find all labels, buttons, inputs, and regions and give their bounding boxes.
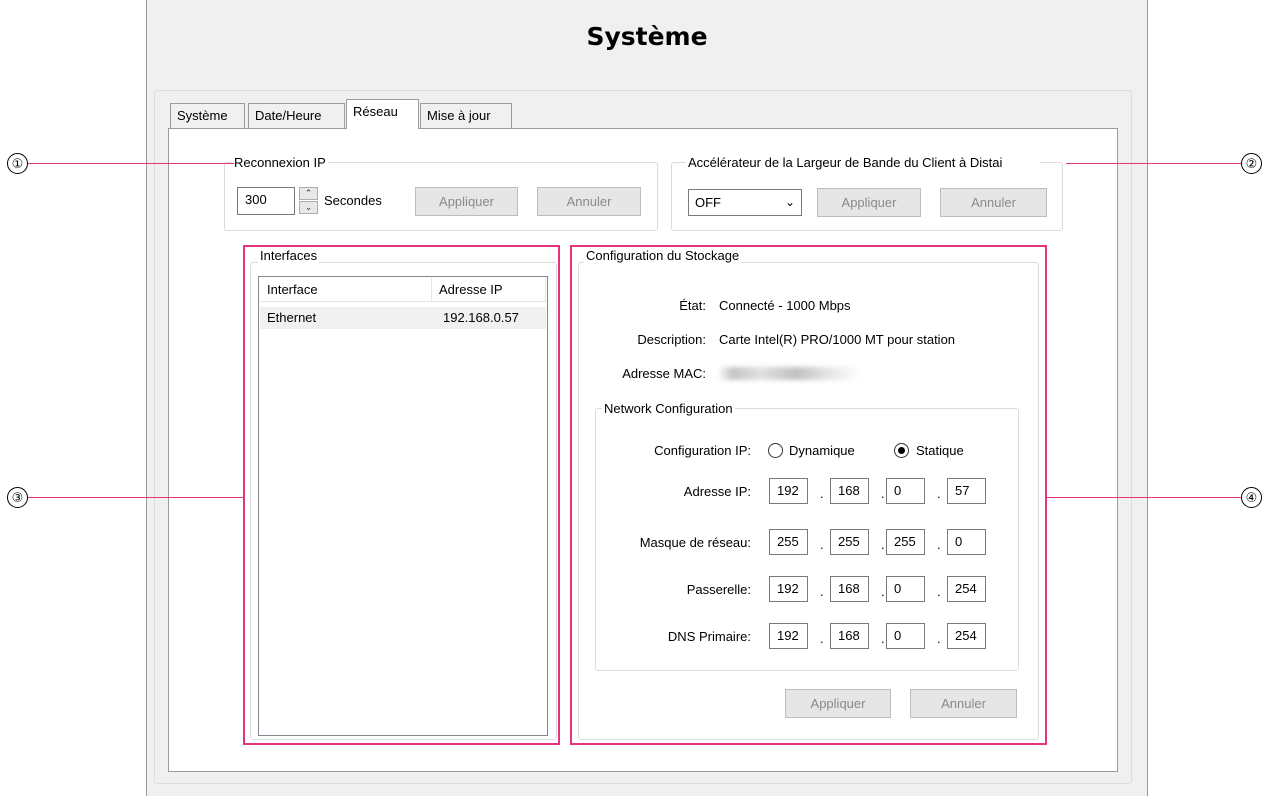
callout-4: ④ <box>1241 487 1262 508</box>
table-row[interactable]: Ethernet 192.168.0.57 <box>260 307 546 329</box>
gateway-octet-4[interactable]: 254 <box>947 576 986 602</box>
callout-1: ① <box>7 153 28 174</box>
row-ip-cell: 192.168.0.57 <box>443 310 519 325</box>
ip-dot: . <box>937 486 941 501</box>
callout-2: ② <box>1241 153 1262 174</box>
description-label: Description: <box>637 332 706 347</box>
mac-value-redacted <box>718 367 860 380</box>
tab-mise-a-jour[interactable]: Mise à jour <box>420 103 512 129</box>
state-value: Connecté - 1000 Mbps <box>719 298 851 313</box>
ip-octet-4[interactable]: 57 <box>947 478 986 504</box>
chevron-down-icon: ⌄ <box>304 202 313 212</box>
mac-label: Adresse MAC: <box>622 366 706 381</box>
ip-octet-1[interactable]: 192 <box>769 478 808 504</box>
gateway-label: Passerelle: <box>686 582 751 597</box>
dns-octet-4[interactable]: 254 <box>947 623 986 649</box>
callout-3: ③ <box>7 487 28 508</box>
mask-octet-3[interactable]: 255 <box>886 529 925 555</box>
dns-octet-1[interactable]: 192 <box>769 623 808 649</box>
row-interface-cell: Ethernet <box>267 310 317 325</box>
state-label: État: <box>679 298 706 313</box>
ip-dot: . <box>820 631 824 646</box>
dns-octet-3[interactable]: 0 <box>886 623 925 649</box>
network-config-label: Network Configuration <box>602 401 735 417</box>
callout-4-line <box>1046 497 1242 498</box>
mask-octet-1[interactable]: 255 <box>769 529 808 555</box>
ip-octet-2[interactable]: 168 <box>830 478 869 504</box>
ip-dot: . <box>937 631 941 646</box>
seconds-unit-label: Secondes <box>324 193 382 208</box>
gateway-octet-3[interactable]: 0 <box>886 576 925 602</box>
chevron-up-icon: ⌃ <box>304 188 313 198</box>
dns-primary-label: DNS Primaire: <box>667 629 751 644</box>
mask-octet-4[interactable]: 0 <box>947 529 986 555</box>
ip-dot: . <box>820 584 824 599</box>
interfaces-group-label: Interfaces <box>258 248 320 264</box>
interfaces-list[interactable]: Interface Adresse IP Ethernet 192.168.0.… <box>258 276 548 736</box>
ip-address-label: Adresse IP: <box>683 484 751 499</box>
ip-dot: . <box>937 537 941 552</box>
spin-down-button[interactable]: ⌄ <box>299 201 318 214</box>
column-header-ip[interactable]: Adresse IP <box>432 278 546 302</box>
callout-3-line <box>28 497 244 498</box>
gateway-octet-2[interactable]: 168 <box>830 576 869 602</box>
storage-group-label: Configuration du Stockage <box>584 248 742 264</box>
chevron-down-icon: ⌄ <box>784 195 795 209</box>
ip-dot: . <box>937 584 941 599</box>
ip-dot: . <box>820 486 824 501</box>
ip-dot: . <box>881 631 885 646</box>
accelerator-cancel-button[interactable]: Annuler <box>940 188 1047 217</box>
mask-octet-2[interactable]: 255 <box>830 529 869 555</box>
radio-static-label[interactable]: Statique <box>916 443 964 458</box>
ip-dot: . <box>881 537 885 552</box>
callout-2-line <box>1066 163 1242 164</box>
ip-dot: . <box>881 584 885 599</box>
reconnect-seconds-input[interactable]: 300 <box>237 187 295 215</box>
window-title: Système <box>586 22 708 51</box>
spin-up-button[interactable]: ⌃ <box>299 187 318 200</box>
accelerator-selected-value: OFF <box>695 195 721 210</box>
reconnect-apply-button[interactable]: Appliquer <box>415 187 518 216</box>
dns-octet-2[interactable]: 168 <box>830 623 869 649</box>
column-header-interface[interactable]: Interface <box>260 278 432 302</box>
description-value: Carte Intel(R) PRO/1000 MT pour station <box>719 332 956 347</box>
radio-static[interactable] <box>894 443 909 458</box>
ip-config-label: Configuration IP: <box>654 443 751 458</box>
storage-cancel-button[interactable]: Annuler <box>910 689 1017 718</box>
accelerator-apply-button[interactable]: Appliquer <box>817 188 921 217</box>
ip-dot: . <box>820 537 824 552</box>
radio-dynamic[interactable] <box>768 443 783 458</box>
tab-systeme[interactable]: Système <box>170 103 245 129</box>
reconnect-group-label: Reconnexion IP <box>232 155 328 171</box>
reconnect-cancel-button[interactable]: Annuler <box>537 187 641 216</box>
interfaces-list-header: Interface Adresse IP <box>260 278 546 302</box>
subnet-mask-label: Masque de réseau: <box>639 535 751 550</box>
ip-dot: . <box>881 486 885 501</box>
accelerator-group-label: Accélérateur de la Largeur de Bande du C… <box>686 155 1040 171</box>
callout-1-line <box>28 163 234 164</box>
gateway-octet-1[interactable]: 192 <box>769 576 808 602</box>
storage-apply-button[interactable]: Appliquer <box>785 689 891 718</box>
ip-octet-3[interactable]: 0 <box>886 478 925 504</box>
tab-reseau[interactable]: Réseau <box>346 99 419 129</box>
tab-date-heure[interactable]: Date/Heure <box>248 103 345 129</box>
accelerator-select[interactable]: OFF ⌄ <box>688 189 802 216</box>
radio-dynamic-label[interactable]: Dynamique <box>789 443 855 458</box>
